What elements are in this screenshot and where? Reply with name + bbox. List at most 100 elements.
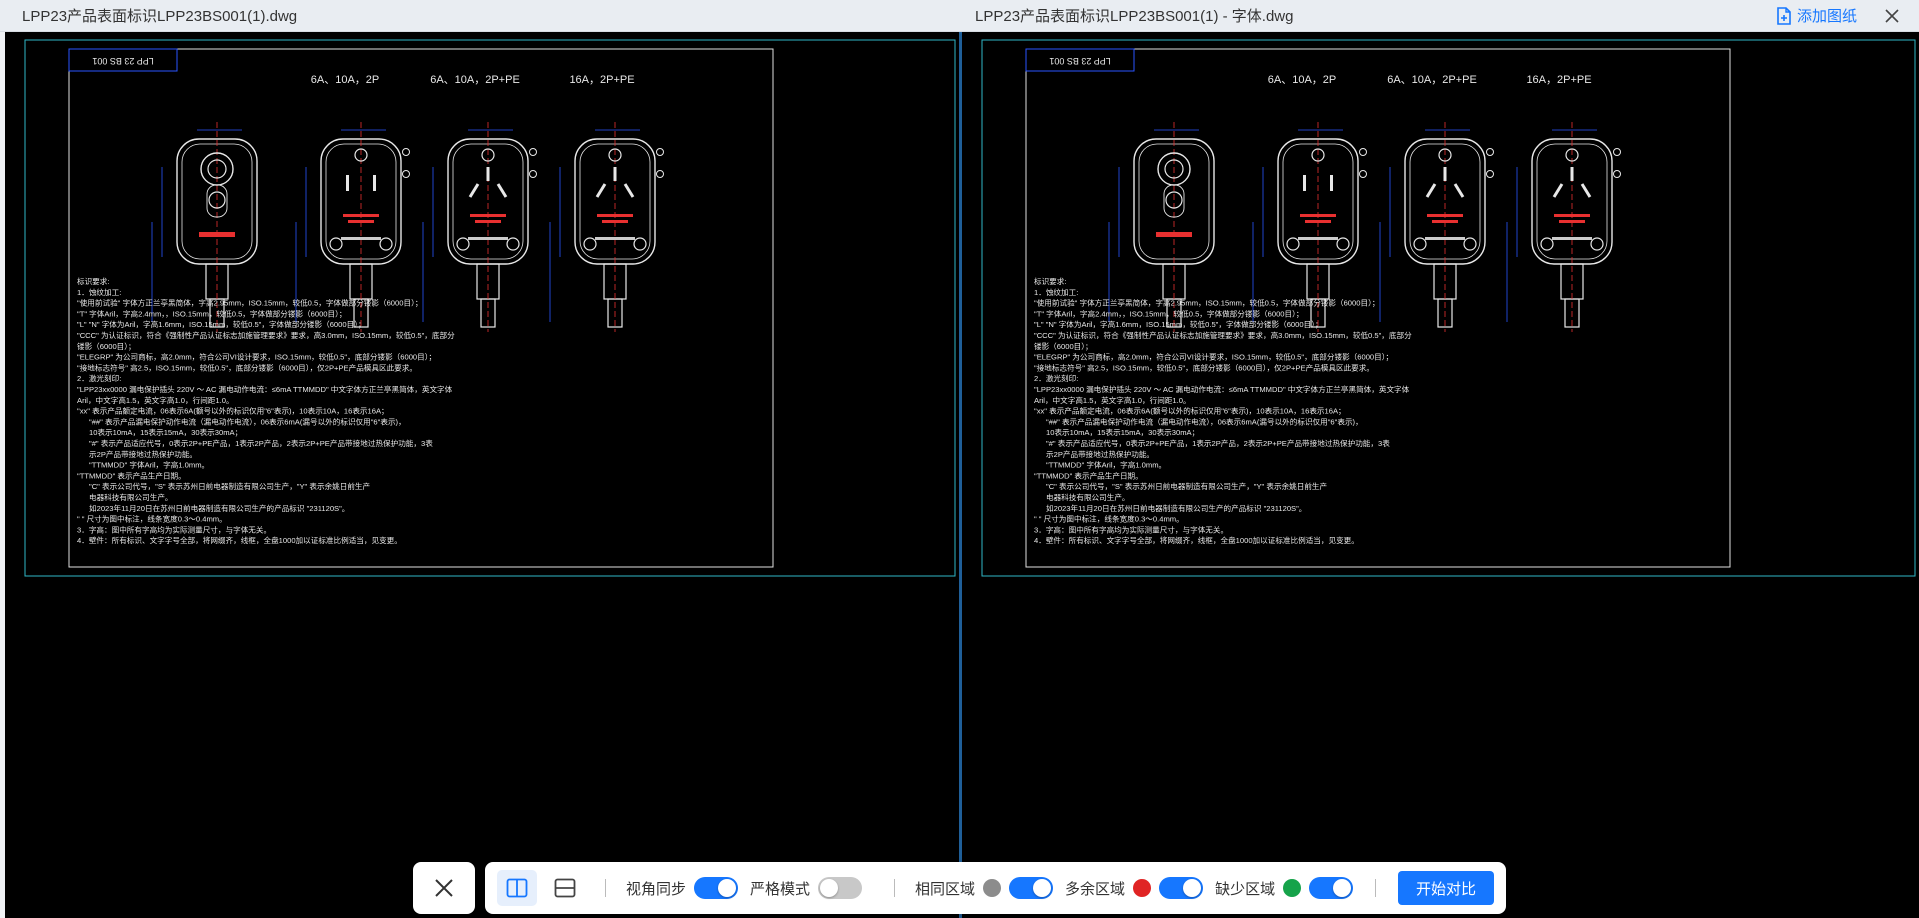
annotation-line: "T" 字体Aril，字高2.4mm，，ISO.15mm，较低0.5，字体做部分… (77, 308, 347, 318)
annotation-line: 示2P产品带接地过热保护功能。 (1046, 449, 1154, 459)
add-drawing-button[interactable]: 添加图纸 (1776, 5, 1857, 26)
pin-slot (1552, 183, 1564, 198)
annotation-line: 镂影（6000目）； (1034, 341, 1093, 351)
annotation-line: 标识要求: (1034, 276, 1066, 286)
left-drawing-viewer[interactable]: LPP 23 BS 001 6A、10A，2P 6A、10A，2P+PE 16A，2P… (5, 32, 959, 918)
brand-mark (341, 237, 381, 240)
toolbar-separator (1375, 879, 1377, 897)
view-sync-toggle[interactable] (694, 877, 739, 899)
annotation-line: 10表示10mA，15表示15mA，30表示30mA； (89, 427, 242, 437)
drawing-heading: 6A、10A，2P+PE (430, 74, 520, 86)
drawing-heading: 16A，2P+PE (569, 74, 634, 86)
annotation-line: "ELEGRP" 为公司商标，高2.0mm，符合公司VI设计要求，ISO.15m… (1034, 352, 1393, 362)
annotation-line: "TTMMDD" 表示产品生产日期。 (77, 470, 186, 480)
annotation-line: "##" 表示产品漏电保护动作电流（漏电动作电流），06表示6mA(漏号以外的标… (1046, 416, 1363, 426)
screw-hole (1336, 237, 1350, 251)
rows-layout-icon (554, 878, 576, 898)
screw-hole (456, 237, 470, 251)
same-area-toggle[interactable] (1009, 877, 1054, 899)
screw-hole (329, 237, 343, 251)
rating-mark (1305, 220, 1331, 223)
rating-mark (1427, 214, 1463, 217)
annotation-line: 2．激光刻印: (1034, 373, 1078, 383)
warning-label (1156, 232, 1192, 237)
stacked-layout-button[interactable] (545, 870, 585, 906)
right-drawing-canvas: LPP 23 BS 001 6A、10A，2P 6A、10A，2P+PE 16A，2P… (981, 39, 1916, 577)
annotation-line: 1．蚀纹加工: (77, 287, 121, 297)
annotation-line: 如2023年11月20日在苏州日前电器制造有限公司生产的产品标识 "231120… (89, 503, 349, 513)
rating-mark (597, 214, 633, 217)
brand-mark (1552, 237, 1592, 240)
annotation-line: " " 尺寸为图中标注，线条宽度0.3～0.4mm。 (77, 514, 227, 524)
strict-mode-label: 严格模式 (750, 880, 811, 898)
side-by-side-layout-button[interactable] (497, 870, 537, 906)
annotation-line: "T" 字体Aril，字高2.4mm，，ISO.15mm，较低0.5，字体做部分… (1034, 308, 1304, 318)
callout-marker (1486, 148, 1494, 156)
pin-slot (468, 183, 480, 198)
close-panel-button[interactable] (1879, 3, 1905, 29)
earth-slot (613, 167, 617, 181)
left-title-bar: LPP23产品表面标识LPP23BS001(1).dwg (0, 0, 960, 32)
callout-marker (656, 170, 664, 178)
rating-mark (1300, 214, 1336, 217)
callout-marker (529, 170, 537, 178)
extra-area-toggle[interactable] (1159, 877, 1204, 899)
annotation-line: "接地标志符号" 高2.5，ISO.15mm，较低0.5"，底部分镂影（6000… (77, 362, 417, 372)
pin-slot (373, 175, 376, 191)
rating-mark (602, 220, 628, 223)
screw-hole (1463, 237, 1477, 251)
annotation-line: "##" 表示产品漏电保护动作电流（漏电动作电流），06表示6mA(漏号以外的标… (89, 416, 406, 426)
annotation-line: Aril，中文字高1.5，英文字高1.0，行间距1.0。 (1034, 395, 1191, 405)
compare-toolbar: 视角同步 严格模式 相同区域 多余区域 缺少区域 开始对比 (485, 862, 1506, 914)
annotation-line: "L" "N" 字体为Aril，字高1.6mm，ISO.15mm，较低0.5"，… (1034, 319, 1323, 329)
drawing-heading: 16A，2P+PE (1526, 74, 1591, 86)
annotation-line: 3．字高：图中所有字高均为实际测量尺寸，与字体无关。 (77, 524, 271, 534)
annotation-line: 4．壁件：所有标识、文字字号全部，将网缀齐，线框，全盘1000加以证标准比例适当… (1034, 535, 1359, 545)
pin-slot (1330, 175, 1333, 191)
annotation-line: "C" 表示公司代号，"S" 表示苏州日前电器制造有限公司生产，"Y" 表示余姚… (89, 481, 371, 491)
annotation-line: "使用前试验" 字体方正兰亭黑简体，字高2.95mm，ISO.15mm，较低0.… (77, 298, 422, 308)
annotation-line: Aril，中文字高1.5，英文字高1.0，行间距1.0。 (77, 395, 234, 405)
columns-layout-icon (506, 878, 528, 898)
earth-slot (1570, 167, 1574, 181)
annotation-line: 电器科技有限公司生产。 (89, 492, 173, 502)
close-icon (1885, 8, 1899, 23)
annotation-line: "LPP23xx0000 漏电保护插头 220V ～ AC 漏电动作电流：≤6m… (1034, 384, 1410, 394)
rating-mark (470, 214, 506, 217)
plug-body (574, 138, 656, 265)
pin-slot (346, 175, 349, 191)
toolbar-separator (894, 879, 896, 897)
pin-slot (496, 183, 508, 198)
annotation-line: 电器科技有限公司生产。 (1046, 492, 1130, 502)
warning-label (199, 232, 235, 237)
missing-area-toggle[interactable] (1309, 877, 1354, 899)
right-title-bar: LPP23产品表面标识LPP23BS001(1) - 字体.dwg 添加图纸 (960, 0, 1919, 32)
screw-hole (1413, 237, 1427, 251)
plug-body (1531, 138, 1613, 265)
close-icon (435, 879, 453, 897)
screw-hole (583, 237, 597, 251)
annotation-line: "ELEGRP" 为公司商标，高2.0mm，符合公司VI设计要求，ISO.15m… (77, 352, 436, 362)
annotation-line: 标识要求: (77, 276, 109, 286)
strict-mode-toggle[interactable] (818, 877, 863, 899)
right-drawing-viewer[interactable]: LPP 23 BS 001 6A、10A，2P 6A、10A，2P+PE 16A，2P… (962, 32, 1919, 918)
annotation-line: 3．字高：图中所有字高均为实际测量尺寸，与字体无关。 (1034, 524, 1228, 534)
pin-slot (1303, 175, 1306, 191)
plug-body (1404, 138, 1486, 265)
exit-compare-button[interactable] (413, 862, 475, 914)
callout-marker (1613, 170, 1621, 178)
left-file-title: LPP23产品表面标识LPP23BS001(1).dwg (22, 8, 298, 25)
callout-marker (656, 148, 664, 156)
annotation-line: "使用前试验" 字体方正兰亭黑简体，字高2.95mm，ISO.15mm，较低0.… (1034, 298, 1379, 308)
callout-marker (402, 170, 410, 178)
missing-area-color-dot (1283, 879, 1302, 897)
drawing-heading: 6A、10A，2P+PE (1387, 74, 1477, 86)
earth-slot (486, 167, 490, 181)
callout-marker (1486, 170, 1494, 178)
cad-drawing: LPP 23 BS 001 6A、10A，2P 6A、10A，2P+PE 16A，2P… (981, 39, 1916, 577)
extra-area-color-dot (1133, 879, 1152, 897)
pin-slot (1580, 183, 1592, 198)
brand-mark (595, 237, 635, 240)
start-compare-button[interactable]: 开始对比 (1397, 871, 1494, 905)
annotation-line: "xx" 表示产品额定电流，06表示6A(额号以外的标识仅用"6"表示)，10表… (1034, 406, 1346, 416)
